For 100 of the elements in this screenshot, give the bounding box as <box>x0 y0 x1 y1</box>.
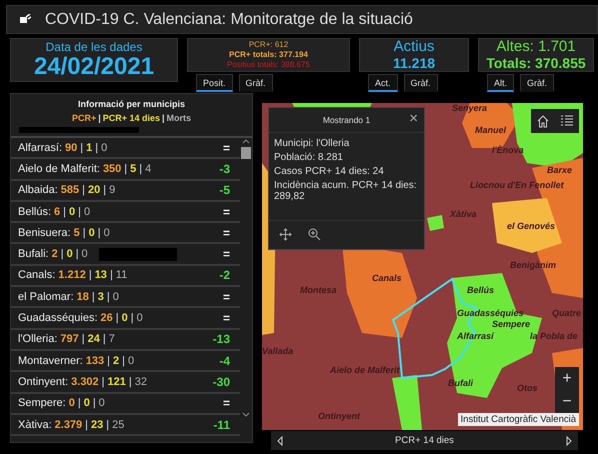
zoom-to-icon[interactable] <box>308 228 321 241</box>
value-separator: | <box>82 333 85 346</box>
case-count: 0 <box>69 206 76 218</box>
place-label: el Genovés <box>507 221 556 231</box>
tab[interactable]: Gràf. <box>404 74 438 92</box>
case-count: 0 <box>82 248 88 260</box>
scroll-down-icon[interactable] <box>242 412 250 418</box>
municipality-name: Xàtiva: <box>18 418 52 430</box>
municipality-row[interactable]: Canals: 1.212 | 13 | 11 -2 <box>11 266 240 288</box>
value-separator: | <box>128 376 132 388</box>
home-icon <box>536 114 550 128</box>
case-count: 1 <box>86 142 92 154</box>
change-value: -2 <box>219 268 231 282</box>
case-count: 26 <box>100 312 113 324</box>
window-title: COVID-19 C. Valenciana: Monitoratge de la situació <box>45 10 413 28</box>
municipality-name: Benisuera: <box>18 226 71 239</box>
change-value: = <box>222 204 231 219</box>
close-button[interactable]: × <box>409 110 418 128</box>
case-count: 0 <box>101 142 108 154</box>
municipality-name: Albaida: <box>18 184 58 196</box>
stat-value: 11.218 <box>392 55 436 71</box>
municipality-row[interactable]: Alfarrasí: 90 | 1 | 0 = <box>11 138 240 160</box>
change-value: -11 <box>213 418 231 432</box>
municipality-name: Bufali: <box>18 248 49 260</box>
place-label: Canals <box>372 273 402 283</box>
municipality-row[interactable]: Xàtiva: 2.379 | 23 | 25 -11 <box>11 414 240 436</box>
municipality-row[interactable]: Bufali: 2 | 0 | 0 = <box>11 244 240 266</box>
case-count: 2 <box>52 248 58 260</box>
municipality-row[interactable]: Bellús: 6 | 0 | 0 = <box>11 202 240 224</box>
municipality-name: Ontinyent: <box>18 376 68 388</box>
change-value: = <box>222 396 231 410</box>
value-separator: | <box>92 290 95 303</box>
change-value: -4 <box>219 354 231 368</box>
value-separator: | <box>139 162 142 175</box>
municipality-row[interactable]: Sempere: 0 | 0 | 0 = <box>11 394 240 415</box>
case-count: 0 <box>128 354 134 367</box>
municipality-row[interactable]: el Palomar: 18 | 3 | 0 = <box>11 287 240 308</box>
value-separator: | <box>63 206 66 218</box>
municipality-row[interactable]: Aielo de Malferit: 350 | 5 | 4 -3 <box>11 159 240 181</box>
zoom-in-button[interactable]: + <box>555 367 579 390</box>
value-separator: | <box>106 290 110 303</box>
change-value: -30 <box>212 374 231 389</box>
case-count: 5 <box>130 162 136 175</box>
tab[interactable]: Alt. <box>487 74 514 92</box>
case-count: 0 <box>66 248 73 260</box>
tab[interactable]: Posit. <box>196 74 233 92</box>
change-value: = <box>222 311 231 326</box>
move-icon[interactable] <box>279 228 292 241</box>
case-count: 25 <box>112 418 124 430</box>
case-count: 0 <box>112 290 119 303</box>
change-value: = <box>222 226 231 240</box>
municipality-row[interactable]: Benisuera: 5 | 0 | 0 = <box>11 223 240 244</box>
municipality-name: Montaverner: <box>18 354 83 367</box>
stat-value: Totals: 370.855 <box>486 55 586 71</box>
case-count: 350 <box>102 162 122 175</box>
place-label: Senyera <box>452 103 488 113</box>
scroll-up-icon[interactable] <box>242 138 250 144</box>
case-count: 0 <box>98 397 105 410</box>
date-value: 24/02/2021 <box>34 54 154 80</box>
value-separator: | <box>102 376 105 388</box>
layer-label: PCR+ 14 dies <box>395 435 454 446</box>
value-separator: | <box>122 354 126 367</box>
popup-text: Població: 8.281 <box>274 152 344 163</box>
tab[interactable]: Act. <box>368 74 398 92</box>
legend-item: PCR+ 14 dies <box>102 113 160 123</box>
scrollbar-thumb[interactable] <box>241 147 251 159</box>
case-count: 4 <box>145 162 152 175</box>
previous-icon[interactable] <box>277 436 283 446</box>
change-value: -5 <box>219 183 231 198</box>
tab[interactable]: Gràf. <box>238 74 273 92</box>
place-label: Aielo de Malferit <box>330 365 400 375</box>
legend-separator: | <box>98 113 101 123</box>
place-label: Sempere <box>492 319 530 329</box>
municipality-row[interactable]: Guadasséquies: 26 | 0 | 0 = <box>11 308 240 330</box>
zoom-out-button[interactable]: − <box>555 390 579 413</box>
case-count: 20 <box>88 184 100 196</box>
case-count: 9 <box>109 184 116 196</box>
value-separator: | <box>82 226 86 239</box>
municipality-row[interactable]: Ontinyent: 3.302 | 121 | 32 -30 <box>11 372 240 394</box>
case-count: 3.302 <box>71 376 99 388</box>
case-count: 3 <box>98 290 104 303</box>
place-label: Otos <box>517 383 538 393</box>
case-count: 0 <box>84 206 90 218</box>
value-separator: | <box>78 397 81 410</box>
next-icon[interactable] <box>566 436 572 446</box>
legend-item: Morts <box>166 113 192 123</box>
municipality-row[interactable]: l'Olleria: 797 | 24 | 7 -13 <box>11 330 240 351</box>
value-separator: | <box>82 184 85 196</box>
municipality-row[interactable]: Albaida: 585 | 20 | 9 -5 <box>11 180 240 202</box>
change-value: -3 <box>219 162 231 176</box>
value-separator: | <box>106 418 110 430</box>
place-label: Vallada <box>262 346 294 356</box>
panel-title: Informació per municipis <box>78 99 186 109</box>
case-count: 2 <box>113 354 120 367</box>
municipality-row[interactable]: Montaverner: 133 | 2 | 0 -4 <box>11 350 240 372</box>
tab[interactable]: Gràf. <box>520 74 554 92</box>
case-count: 32 <box>134 376 147 388</box>
legend-separator: | <box>162 113 165 123</box>
case-count: 6 <box>54 206 60 218</box>
value-separator: | <box>103 184 106 196</box>
